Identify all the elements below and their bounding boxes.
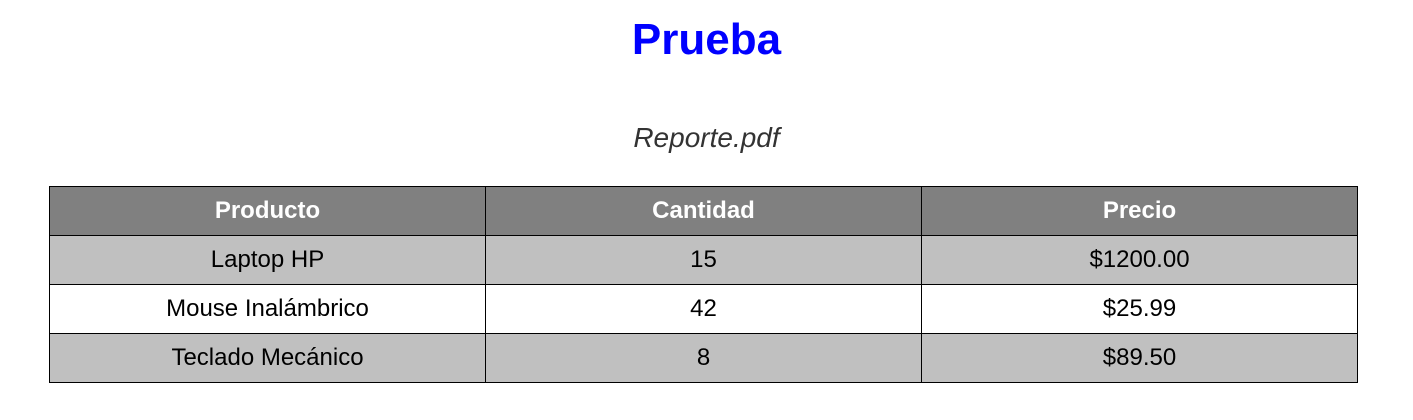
cell-producto: Laptop HP xyxy=(49,235,486,285)
cell-precio: $1200.00 xyxy=(921,235,1358,285)
cell-cantidad: 42 xyxy=(485,284,922,334)
table-row: Laptop HP 15 $1200.00 xyxy=(49,235,1358,285)
table-header-row: Producto Cantidad Precio xyxy=(49,186,1358,236)
document-filename: Reporte.pdf xyxy=(633,122,780,153)
page-title: Prueba xyxy=(631,15,782,64)
column-header-cantidad: Cantidad xyxy=(485,186,922,236)
table-row: Teclado Mecánico 8 $89.50 xyxy=(49,333,1358,383)
cell-precio: $89.50 xyxy=(921,333,1358,383)
cell-cantidad: 15 xyxy=(485,235,922,285)
products-table: Producto Cantidad Precio Laptop HP 15 $1… xyxy=(49,186,1358,383)
cell-producto: Teclado Mecánico xyxy=(49,333,486,383)
column-header-producto: Producto xyxy=(49,186,486,236)
cell-cantidad: 8 xyxy=(485,333,922,383)
cell-precio: $25.99 xyxy=(921,284,1358,334)
table-row: Mouse Inalámbrico 42 $25.99 xyxy=(49,284,1358,334)
column-header-precio: Precio xyxy=(921,186,1358,236)
cell-producto: Mouse Inalámbrico xyxy=(49,284,486,334)
